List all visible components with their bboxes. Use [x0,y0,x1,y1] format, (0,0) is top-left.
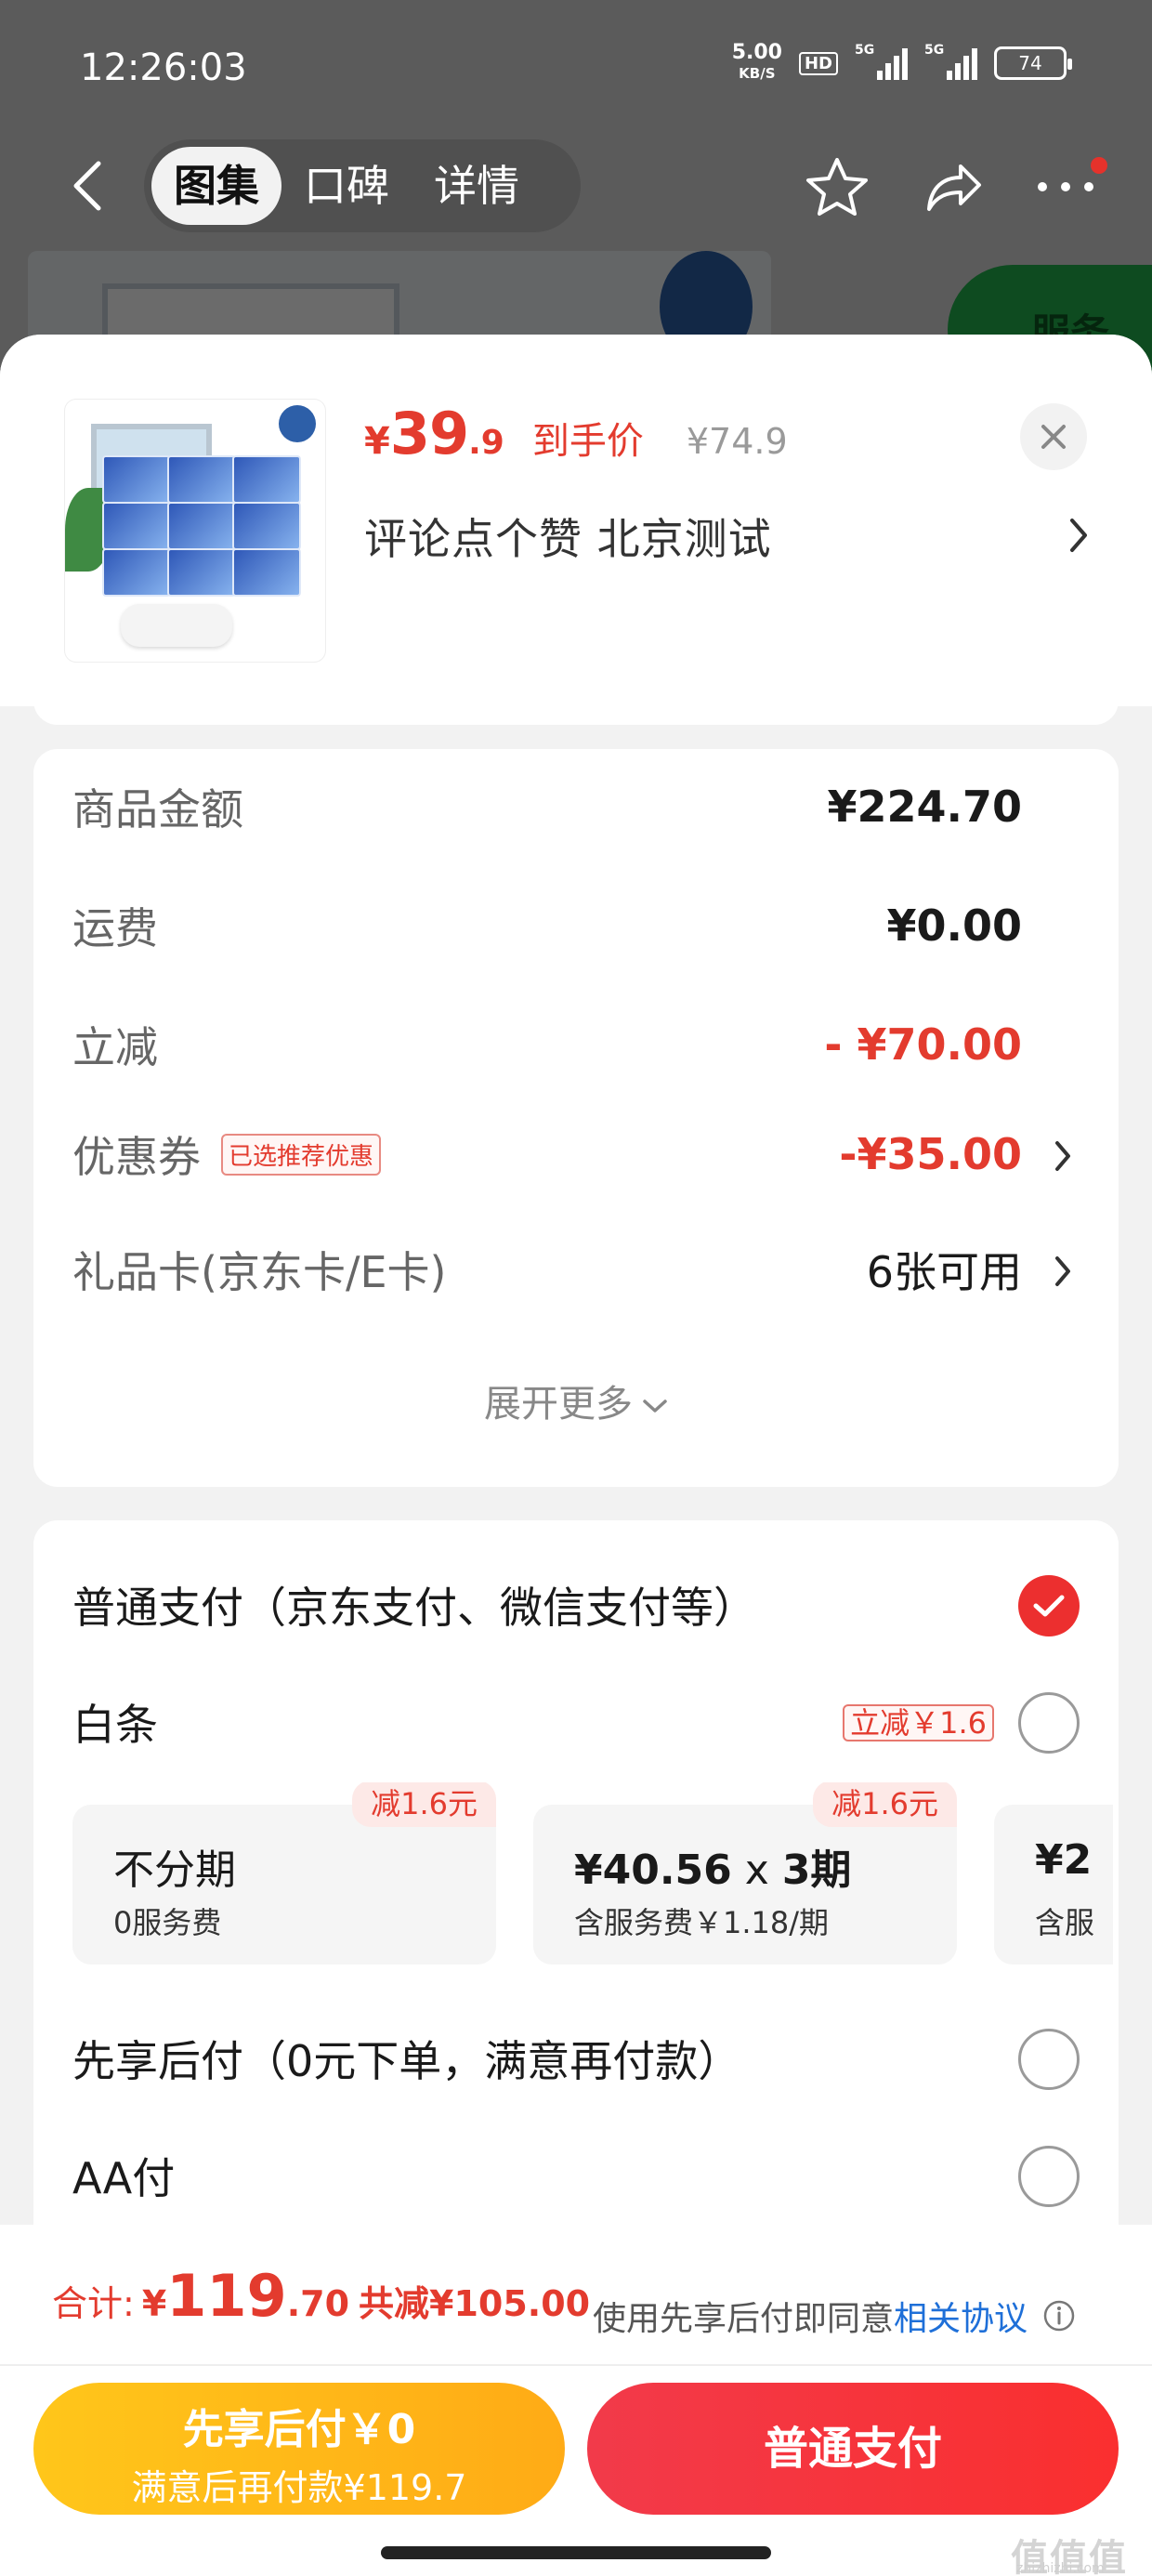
close-button[interactable] [1020,403,1087,470]
summary-row-giftcard[interactable]: 礼品卡(京东卡/E卡) 6张可用 [72,1232,1080,1307]
chevron-right-icon [1070,519,1087,552]
installment-none[interactable]: 减1.6元 不分期 0服务费 [72,1782,496,1965]
pay-later-button[interactable]: 先享后付￥0 满意后再付款¥119.7 [33,2383,565,2515]
installment-options[interactable]: 减1.6元 不分期 0服务费 减1.6元 ¥40.56 x 3期 含服务费￥1.… [72,1782,1113,1968]
product-price: ¥ 39 .9 到手价 ¥74.9 [364,400,788,467]
home-indicator[interactable] [381,2546,771,2559]
check-icon [1033,1595,1065,1617]
network-speed: 5.00 KB/S [731,41,782,83]
tab-details[interactable]: 详情 [412,147,542,225]
radio-aa-pay[interactable] [1018,2146,1080,2207]
pay-option-aa[interactable]: AA付 [72,2134,1080,2217]
final-price-label: 到手价 [531,420,644,463]
address-text: 评论点个赞 北京测试 [364,514,772,564]
price-summary-card: 商品金额 ¥224.70 运费 ¥0.00 立减 - ¥70.00 优惠券 已选… [33,749,1119,1487]
signal-icon: 5G [855,43,908,80]
total-saving: 共减¥105.00 [359,2283,591,2324]
coupon-tag: 已选推荐优惠 [221,1133,382,1176]
summary-row-goods: 商品金额 ¥224.70 [72,782,1022,835]
pay-option-normal[interactable]: 普通支付（京东支付、微信支付等） [72,1563,1080,1647]
tab-gallery[interactable]: 图集 [151,147,281,225]
agreement-link[interactable]: 相关协议 [894,2292,1028,2340]
tab-reviews[interactable]: 口碑 [281,147,412,225]
baitiao-discount-tag: 立减￥1.6 [843,1704,994,1741]
installment-more[interactable]: ¥2 含服 [994,1805,1113,1965]
summary-row-coupon[interactable]: 优惠券 已选推荐优惠 -¥35.00 [72,1117,1080,1191]
installment-badge: 减1.6元 [352,1782,496,1827]
info-icon[interactable] [1042,2299,1076,2333]
more-icon [1038,182,1093,191]
back-icon[interactable] [65,160,111,212]
product-header: ¥ 39 .9 到手价 ¥74.9 评论点个赞 北京测试 [0,335,1152,706]
checkout-bottom-bar: 合计: ¥ 119 .70 共减¥105.00 使用先享后付即同意 相关协议 先… [0,2225,1152,2576]
address-row[interactable]: 评论点个赞 北京测试 [364,504,1089,569]
total-amount: 119 [166,2262,287,2330]
top-nav: 图集 口碑 详情 [0,139,1152,232]
chevron-right-icon [1055,1256,1070,1286]
hd-icon: HD [798,51,838,75]
original-price: ¥74.9 [686,421,788,462]
battery-icon: 74 [994,46,1072,80]
giftcard-available: 6张可用 [866,1247,1022,1297]
signal-icon: 5G [924,43,977,80]
agreement-text: 使用先享后付即同意 相关协议 [593,2292,1076,2340]
close-icon [1041,425,1066,449]
goods-amount: ¥224.70 [827,782,1022,832]
summary-row-discount: 立减 - ¥70.00 [72,1019,1022,1072]
shipping-amount: ¥0.00 [886,900,1022,951]
radio-baitiao[interactable] [1018,1692,1080,1754]
view-tabs: 图集 口碑 详情 [144,139,581,232]
discount-amount: - ¥70.00 [824,1019,1022,1070]
chevron-right-icon [1055,1141,1070,1171]
radio-normal-pay[interactable] [1018,1575,1080,1636]
expand-more-button[interactable]: 展开更多 [33,1373,1119,1427]
watermark-url: zhizhizhi.com [1016,2561,1105,2576]
product-thumbnail[interactable] [65,400,325,662]
coupon-amount: -¥35.00 [839,1129,1022,1179]
divider [0,2364,1152,2366]
status-time: 12:26:03 [80,46,247,89]
summary-row-shipping: 运费 ¥0.00 [72,900,1022,953]
share-icon[interactable] [922,159,983,215]
more-button[interactable] [1035,157,1107,196]
star-icon[interactable] [805,156,870,217]
notification-dot [1091,157,1107,174]
pay-option-pay-later[interactable]: 先享后付（0元下单，满意再付款） [72,2017,1080,2100]
installment-badge: 减1.6元 [813,1782,957,1827]
installment-3[interactable]: 减1.6元 ¥40.56 x 3期 含服务费￥1.18/期 [533,1782,957,1965]
status-bar: 12:26:03 5.00 KB/S HD 5G 5G 74 [0,37,1152,102]
radio-pay-later[interactable] [1018,2029,1080,2090]
pay-option-baitiao[interactable]: 白条 立减￥1.6 [72,1680,1080,1764]
normal-pay-button[interactable]: 普通支付 [587,2383,1119,2515]
card-edge [33,680,1119,725]
chevron-down-icon [643,1400,667,1413]
